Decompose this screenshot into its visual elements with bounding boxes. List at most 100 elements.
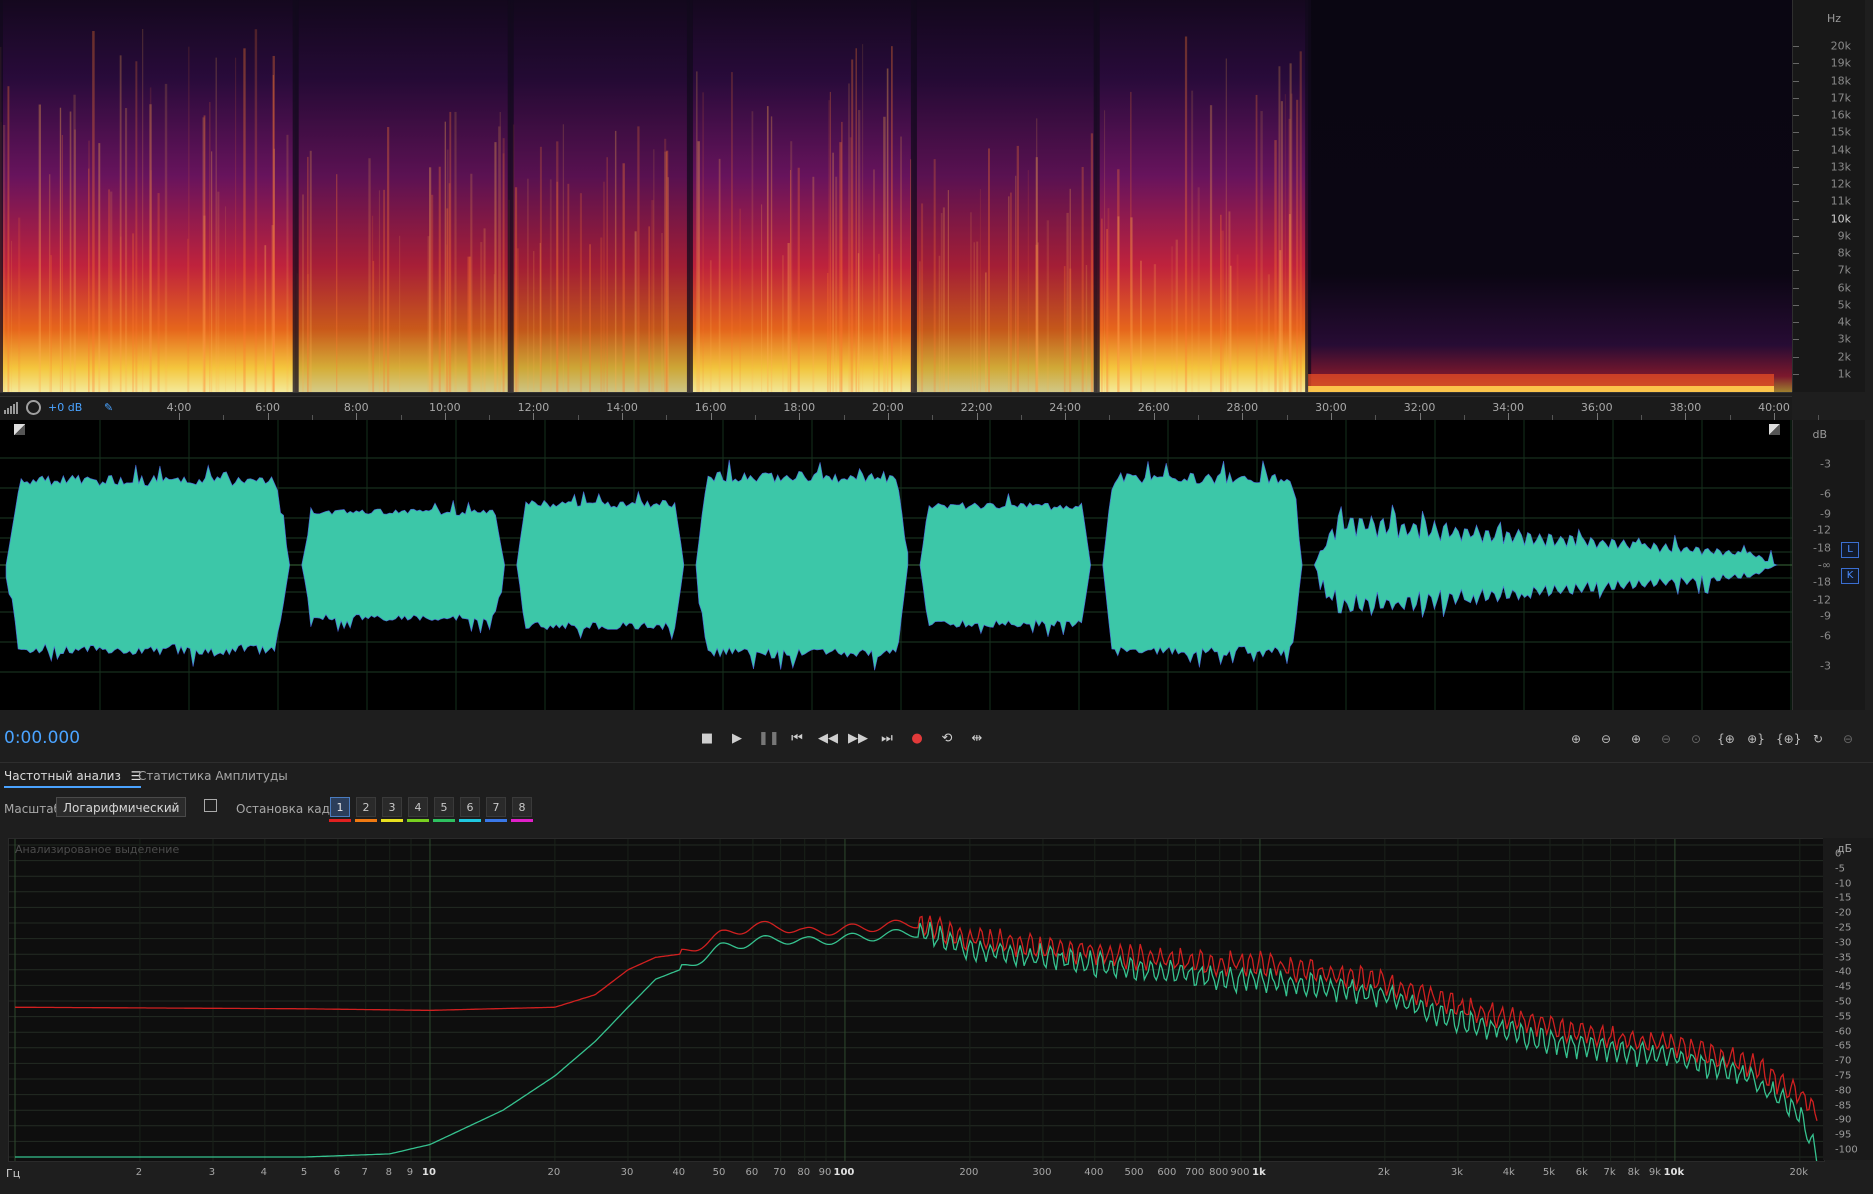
freeze-frame-button-5[interactable]: 5 [434,797,454,817]
pause-icon[interactable]: ❚❚ [758,730,780,748]
spectral-streak [1175,239,1178,392]
freeze-frame-button-7[interactable]: 7 [486,797,506,817]
spectral-streak [1037,242,1039,392]
spectral-streak [919,261,921,392]
frequency-hz-tick: 7 [361,1167,368,1178]
signal-strength-icon [4,402,18,414]
freeze-frame-button-4[interactable]: 4 [408,797,428,817]
zoom-out-full-icon[interactable]: ⊖ [1838,730,1858,748]
spectral-frequency-display[interactable] [0,0,1792,393]
channel-right-badge[interactable]: K [1841,568,1859,584]
zoom-out-time-icon[interactable]: ⊖ [1656,730,1676,748]
spectral-streak [1063,266,1066,392]
zoom-in-left-icon[interactable]: {⊕ [1716,730,1736,748]
spectral-streak [1274,140,1277,392]
pin-icon[interactable]: ✎ [104,402,116,414]
zoom-in-both-icon[interactable]: {⊕} [1776,730,1801,748]
loop-playback-icon[interactable]: ⟲ [938,730,956,748]
skip-to-start-icon[interactable]: ⏮ [788,730,806,748]
timeline-ruler[interactable]: +0 dB ✎ 4:00 6:00 8:00 10:00 12:00 14:00 16:00… [0,396,1820,421]
frequency-db-tick: -85 [1835,1100,1852,1112]
skip-selection-icon[interactable]: ⇹ [968,730,986,748]
spectral-streak [766,106,769,392]
spectral-streak [562,124,564,392]
spectral-streak [203,215,206,392]
frequency-hz-tick: 8 [385,1167,392,1178]
time-tick-mark [533,413,535,420]
zoom-reset-icon[interactable]: ↻ [1808,730,1828,748]
spectral-streak [883,116,886,392]
freeze-frame-button-3[interactable]: 3 [382,797,402,817]
spectral-streak [273,148,275,392]
frequency-hz-tick: 3 [208,1167,216,1178]
zoom-in-right-icon[interactable]: ⊕} [1746,730,1766,748]
spectral-streak [1069,268,1072,392]
hz-tick-label: 20k [1830,39,1851,53]
zoom-corner-right-icon[interactable] [1769,424,1780,435]
zoom-out-amplitude-icon[interactable]: ⊖ [1596,730,1616,748]
current-time-display[interactable]: 0:00.000 [4,728,80,748]
zoom-in-amplitude-icon[interactable]: ⊕ [1566,730,1586,748]
frequency-plot [9,839,1824,1161]
play-icon[interactable]: ▶ [728,730,746,748]
spectral-streak [664,138,667,392]
spectral-streak [302,194,304,392]
frequency-hz-tick: 500 [1124,1167,1144,1178]
chevron-down-icon: ⌄ [168,801,179,815]
frequency-db-tick: -45 [1835,981,1852,993]
spectral-streak [533,251,535,392]
spectral-streak [1140,260,1142,392]
frequency-db-tick: -55 [1835,1011,1852,1023]
frequency-hz-tick: 4 [260,1167,268,1178]
waveform-display[interactable] [0,420,1792,710]
channel-left-badge[interactable]: L [1841,542,1859,558]
zoom-in-time-icon[interactable]: ⊕ [1626,730,1646,748]
tab-amplitude-statistics[interactable]: Статистика Амплитуды [138,769,288,783]
frequency-hz-tick: 400 [1084,1167,1104,1178]
zoom-selection-icon[interactable]: ⊙ [1686,730,1706,748]
spectral-streak [942,207,945,392]
freeze-frame-color-6 [459,819,481,822]
hz-tick-label: 3k [1837,332,1851,346]
spectral-streak [832,152,835,392]
rewind-icon[interactable]: ◀◀ [818,730,838,748]
spectral-streak [1221,230,1224,392]
freeze-frame-button-2[interactable]: 2 [356,797,376,817]
frequency-db-tick: -40 [1835,966,1852,978]
spectral-streak [2,124,6,392]
freeze-frame-color-2 [355,819,377,822]
fast-forward-icon[interactable]: ▶▶ [848,730,868,748]
freeze-frame-button-8[interactable]: 8 [512,797,532,817]
hz-tick-label: 13k [1830,160,1851,174]
tab-frequency-label: Частотный анализ [4,769,121,783]
spectral-streak [900,136,903,392]
skip-to-end-icon[interactable]: ⏭ [878,730,896,748]
spectral-streak [1225,58,1227,392]
frequency-db-tick: -10 [1835,878,1852,890]
gain-knob-icon[interactable] [26,400,41,415]
gain-readout[interactable]: +0 dB [48,401,82,414]
scale-dropdown[interactable]: Логарифмический ⌄ [56,797,186,817]
zoom-corner-left-icon[interactable] [14,424,25,435]
freeze-frame-button-1[interactable]: 1 [330,797,350,817]
record-icon[interactable]: ● [908,730,926,748]
spectral-streak [1229,265,1232,392]
stop-icon[interactable]: ■ [698,730,716,748]
spectral-streak [243,48,246,392]
freeze-frame-button-6[interactable]: 6 [460,797,480,817]
segment-gap [292,0,299,392]
segment-gap [0,0,3,392]
segment-gap [1093,0,1100,392]
waveform-segment [919,493,1092,637]
copy-to-clipboard-icon[interactable] [204,799,217,812]
spectral-streak [1016,145,1019,392]
spectral-streak [848,83,850,392]
spectral-streak [873,169,875,392]
hz-tick-mark [1793,287,1799,289]
spectral-streak [661,233,663,392]
frequency-db-tick: -25 [1835,922,1852,934]
frequency-analysis-graph[interactable]: Анализированое выделение [8,838,1825,1162]
freeze-frame-color-7 [485,819,507,822]
spectral-streak [1117,216,1120,392]
tab-frequency-analysis[interactable]: Частотный анализ ☰ [4,769,142,788]
